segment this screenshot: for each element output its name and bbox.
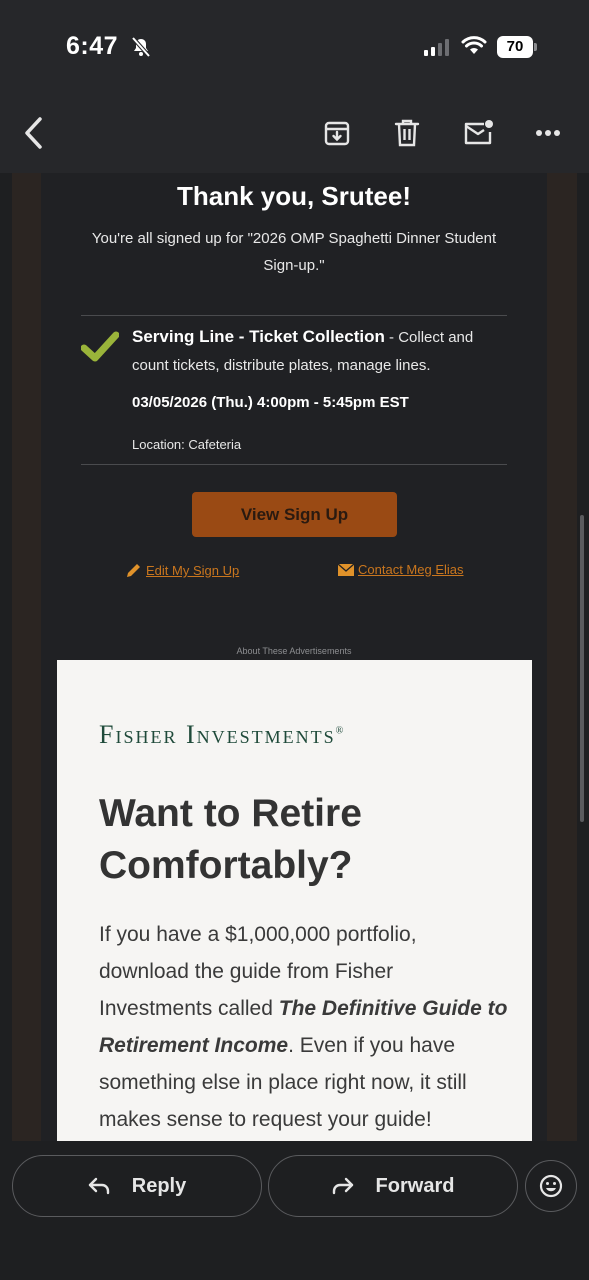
- forward-label: Forward: [375, 1174, 455, 1197]
- ad-brand: Fisher Investments®: [99, 720, 343, 750]
- email-toolbar: [0, 95, 589, 173]
- status-bar: 6:47 70: [0, 0, 589, 95]
- more-button[interactable]: [528, 113, 568, 153]
- bell-off-icon: [131, 36, 151, 58]
- archive-icon: [324, 121, 350, 146]
- forward-button[interactable]: Forward: [268, 1155, 518, 1217]
- reply-button[interactable]: Reply: [12, 1155, 262, 1217]
- cellular-signal-icon: [424, 38, 449, 56]
- divider: [81, 315, 507, 316]
- slot-title: Serving Line - Ticket Collection: [132, 327, 385, 346]
- trash-icon: [394, 119, 420, 147]
- checkmark-icon: [81, 331, 119, 362]
- chevron-left-icon: [25, 117, 42, 149]
- pencil-icon: [127, 564, 140, 577]
- signed-up-message: You're all signed up for "2026 OMP Spagh…: [91, 230, 497, 274]
- slot-location: Location: Cafeteria: [132, 437, 242, 452]
- delete-button[interactable]: [387, 113, 427, 153]
- slot-details: Serving Line - Ticket Collection - Colle…: [132, 323, 507, 380]
- battery-tip: [534, 43, 537, 51]
- mark-unread-button[interactable]: [458, 113, 498, 153]
- envelope-icon: [338, 563, 354, 576]
- reply-label: Reply: [131, 1174, 187, 1197]
- advertisement[interactable]: Fisher Investments® Want to Retire Comfo…: [57, 660, 532, 1141]
- view-sign-up-button[interactable]: View Sign Up: [192, 492, 397, 537]
- wifi-icon: [461, 36, 487, 54]
- registered-mark: ®: [335, 725, 344, 737]
- email-body: Thank you, Srutee! You're all signed up …: [12, 173, 577, 1141]
- ad-brand-name: Fisher Investments: [99, 720, 336, 749]
- battery-level: 70: [497, 36, 533, 58]
- edit-sign-up-label[interactable]: Edit My Sign Up: [146, 563, 239, 578]
- emoji-reaction-button[interactable]: [525, 1160, 577, 1212]
- forward-icon: [332, 1177, 353, 1195]
- back-button[interactable]: [14, 113, 54, 153]
- slot-datetime: 03/05/2026 (Thu.) 4:00pm - 5:45pm EST: [132, 394, 409, 411]
- thank-you-heading: Thank you, Srutee!: [176, 181, 412, 211]
- contact-organizer-link[interactable]: Contact Meg Elias: [338, 562, 464, 577]
- smiley-icon: [539, 1174, 563, 1198]
- ad-body: If you have a $1,000,000 portfolio, down…: [99, 916, 509, 1138]
- edit-sign-up-link[interactable]: Edit My Sign Up: [125, 562, 239, 579]
- archive-button[interactable]: [317, 113, 357, 153]
- signup-confirmation-card: Thank you, Srutee! You're all signed up …: [41, 173, 547, 1141]
- divider: [81, 464, 507, 465]
- ad-headline: Want to Retire Comfortably?: [99, 792, 362, 887]
- about-ads-label[interactable]: About These Advertisements: [41, 646, 547, 656]
- more-horizontal-icon: [536, 130, 560, 136]
- mark-unread-icon: [464, 120, 493, 145]
- contact-organizer-label[interactable]: Contact Meg Elias: [358, 562, 464, 577]
- reply-icon: [88, 1177, 109, 1195]
- bottom-action-bar: Reply Forward: [0, 1141, 589, 1280]
- scrollbar[interactable]: [580, 515, 584, 822]
- status-time: 6:47: [66, 32, 119, 60]
